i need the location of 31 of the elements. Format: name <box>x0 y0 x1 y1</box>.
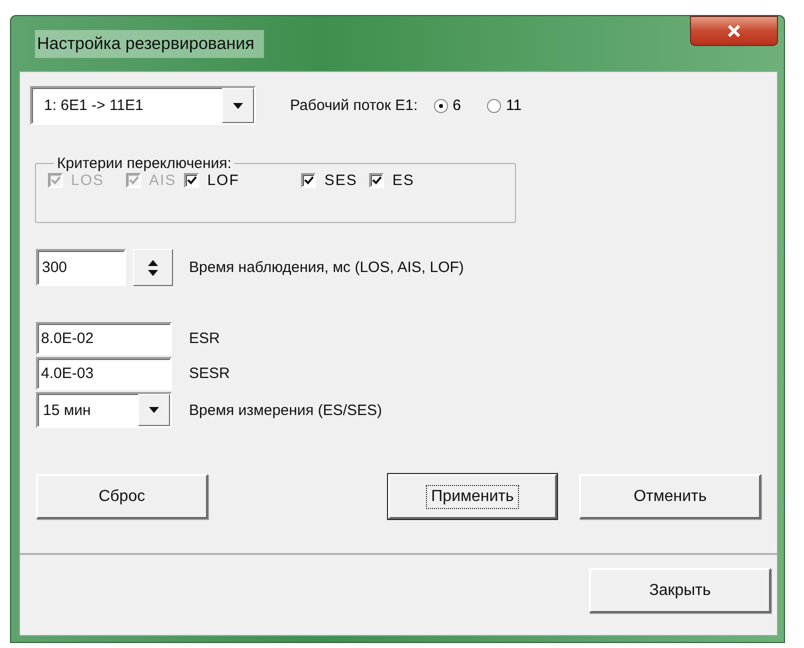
close-button[interactable] <box>690 16 778 46</box>
observation-time-label: Время наблюдения, мс (LOS, AIS, LOF) <box>189 259 464 276</box>
close-dialog-button[interactable]: Закрыть <box>589 568 771 613</box>
action-button[interactable]: Отменить <box>579 474 761 519</box>
value-field[interactable]: 4.0E-03 <box>36 357 172 390</box>
checkmark-icon <box>186 176 197 185</box>
measure-time-label: Время измерения (ES/SES) <box>189 402 382 418</box>
value-field[interactable]: 8.0E-02 <box>36 322 172 355</box>
checkmark-icon <box>50 176 60 185</box>
spin-buttons[interactable] <box>133 249 173 286</box>
working-stream-label: Рабочий поток E1: <box>290 97 418 114</box>
radio-option[interactable]: 6 <box>434 97 461 114</box>
observation-time-field[interactable]: 300 <box>36 249 126 286</box>
action-button[interactable]: Применить <box>388 474 558 519</box>
dropdown-arrow-icon <box>233 102 243 108</box>
group-title: Критерии переключения: <box>56 155 232 172</box>
stream-dropdown[interactable]: 1: 6E1 -> 11E1 <box>30 86 256 125</box>
criteria-checkbox[interactable]: LOF <box>184 172 240 189</box>
checkmark-icon <box>372 176 382 185</box>
measure-time-dropdown[interactable]: 15 мин <box>36 392 172 428</box>
radio-option[interactable]: 11 <box>486 97 522 114</box>
criteria-checkbox[interactable]: ES <box>369 172 414 189</box>
window-title: Настройка резервирования <box>35 30 264 58</box>
action-button[interactable]: Сброс <box>36 474 208 519</box>
checkmark-icon <box>128 176 139 185</box>
criteria-checkbox[interactable]: SES <box>301 172 358 189</box>
field-label: SESR <box>189 365 230 382</box>
dropdown-arrow-icon <box>149 407 159 413</box>
close-icon <box>727 25 741 37</box>
checkmark-icon <box>304 176 314 185</box>
field-label: ESR <box>189 330 220 347</box>
